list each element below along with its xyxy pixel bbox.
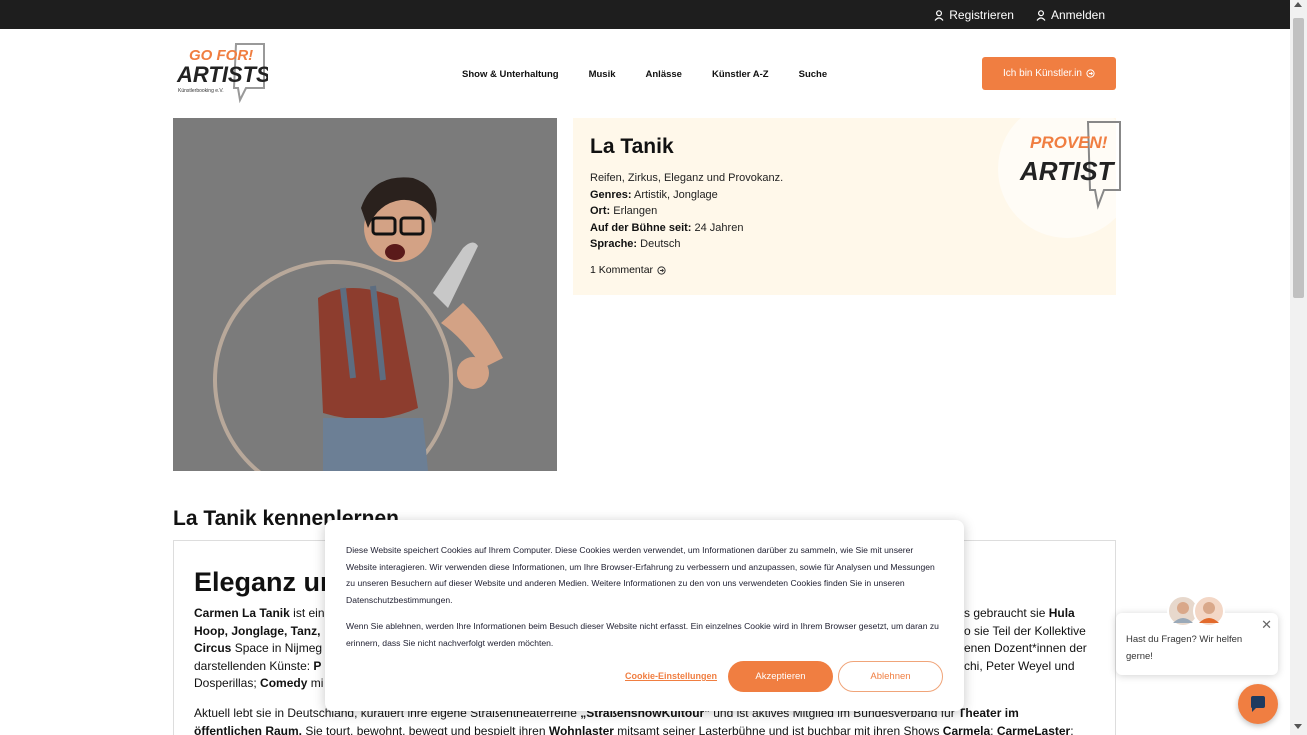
artist-location: Ort: Erlangen xyxy=(590,203,783,220)
p2-bold: öffentlichen Raum. xyxy=(194,723,303,735)
p1-bold: Comedy xyxy=(260,676,308,690)
scroll-down-arrow-icon[interactable] xyxy=(1294,724,1302,729)
artist-genres: Genres: Artistik, Jonglage xyxy=(590,187,783,204)
p1-right-2: o sie Teil der Kollektive xyxy=(964,623,1086,638)
chat-launcher-button[interactable] xyxy=(1238,684,1278,724)
p1-bold: Hoop, Jonglage, Tanz, xyxy=(194,623,321,638)
p1-right-4: chi, Peter Weyel und xyxy=(964,658,1075,673)
cookie-consent-dialog: Diese Website speichert Cookies auf Ihre… xyxy=(325,520,964,711)
p2-text: Sie tourt, bewohnt, bewegt und bespielt … xyxy=(302,723,549,735)
ort-value: Erlangen xyxy=(613,205,658,217)
user-icon xyxy=(1036,9,1046,21)
artist-details: Reifen, Zirkus, Eleganz und Provokanz. G… xyxy=(590,170,783,253)
badge-line2: ARTIST xyxy=(1019,156,1116,186)
scroll-thumb[interactable] xyxy=(1293,18,1304,298)
nav-item-anlaesse[interactable]: Anlässe xyxy=(646,69,682,80)
proven-artist-badge: PROVEN! ARTIST xyxy=(998,100,1136,238)
cookie-text-2: Wenn Sie ablehnen, werden Ihre Informati… xyxy=(346,621,939,648)
arrow-circle-icon xyxy=(657,265,666,275)
register-label: Registrieren xyxy=(949,8,1014,22)
page-scrollbar[interactable] xyxy=(1290,0,1307,735)
artist-stage-since: Auf der Bühne seit: 24 Jahren xyxy=(590,220,783,237)
p1-text: Dosperillas; xyxy=(194,676,261,690)
p2-text: mitsamt seiner Lasterbühne und ist buchb… xyxy=(613,723,943,735)
sprache-value: Deutsch xyxy=(640,238,681,250)
site-logo[interactable]: GO FOR! ARTISTS Künstlerbooking e.V. xyxy=(176,42,268,104)
chat-icon xyxy=(1251,696,1265,712)
p1-bold: Carmen La Tanik xyxy=(194,606,290,620)
user-icon xyxy=(934,9,944,21)
main-nav: Show & Unterhaltung Musik Anlässe Künstl… xyxy=(462,69,827,80)
artist-photo-illustration xyxy=(173,118,557,471)
p2-bold: CarmeLaster xyxy=(996,723,1071,735)
artist-photo xyxy=(173,118,557,471)
p2-text: ; xyxy=(1070,723,1074,735)
ort-label: Ort: xyxy=(590,205,611,217)
p1-text: Space in Nijmeg xyxy=(231,641,323,655)
logo-line3: Künstlerbooking e.V. xyxy=(178,88,224,94)
genres-value: Artistik, Jonglage xyxy=(634,188,718,201)
p1-text: s gebraucht sie xyxy=(964,606,1049,620)
artist-language: Sprache: Deutsch xyxy=(590,236,783,253)
login-link[interactable]: Anmelden xyxy=(1036,8,1105,22)
chat-prompt-text: Hast du Fragen? Wir helfen gerne! xyxy=(1126,634,1243,662)
p2-bold: Carmela xyxy=(942,723,991,735)
badge-line1: PROVEN! xyxy=(1030,133,1108,152)
nav-item-show[interactable]: Show & Unterhaltung xyxy=(462,69,559,80)
accept-cookies-button[interactable]: Akzeptieren xyxy=(728,661,833,692)
decline-cookies-button[interactable]: Ablehnen xyxy=(838,661,943,692)
p2-line-2: öffentlichen Raum. Sie tourt, bewohnt, b… xyxy=(194,723,1099,735)
p1-bold: Hula xyxy=(1048,606,1075,620)
p1-text: ist ein xyxy=(289,606,325,620)
p1-right-fragments: s gebraucht sie Hula o sie Teil der Koll… xyxy=(964,605,1114,675)
description-heading: Eleganz ur xyxy=(194,567,331,597)
cookie-text-1: Diese Website speichert Cookies auf Ihre… xyxy=(346,545,935,606)
artist-signup-button[interactable]: Ich bin Künstler.in xyxy=(982,57,1116,90)
p2-text: ; xyxy=(990,723,997,735)
nav-item-musik[interactable]: Musik xyxy=(589,69,616,80)
p2-bold: Theater im xyxy=(958,706,1019,720)
nav-item-kuenstler[interactable]: Künstler A-Z xyxy=(712,69,769,80)
sprache-label: Sprache: xyxy=(590,238,638,250)
close-icon[interactable]: ✕ xyxy=(1261,617,1272,633)
nav-item-suche[interactable]: Suche xyxy=(799,69,828,80)
artist-name: La Tanik xyxy=(590,135,674,158)
cookie-settings-link[interactable]: Cookie-Einstellungen xyxy=(625,671,717,681)
arrow-circle-icon xyxy=(1086,69,1095,78)
support-avatars xyxy=(1167,595,1225,627)
p1-right-1: s gebraucht sie Hula xyxy=(964,605,1114,623)
genres-label: Genres: xyxy=(590,188,632,201)
since-label: Auf der Bühne seit: xyxy=(590,221,692,234)
scroll-up-arrow-icon[interactable] xyxy=(1294,2,1302,7)
comments-link[interactable]: 1 Kommentar xyxy=(590,264,666,276)
comments-label: 1 Kommentar xyxy=(590,264,654,276)
account-links: Registrieren Anmelden xyxy=(934,8,1105,22)
p2-bold: Wohnlaster xyxy=(548,723,614,735)
top-bar: Registrieren Anmelden xyxy=(0,0,1290,29)
p1-bold: Circus xyxy=(194,641,232,655)
since-value: 24 Jahren xyxy=(694,221,744,234)
p1-right-3: enen Dozent*innen der xyxy=(964,641,1087,655)
proven-artist-logo: PROVEN! ARTIST xyxy=(1019,121,1121,210)
register-link[interactable]: Registrieren xyxy=(934,8,1014,22)
logo-line2: ARTISTS xyxy=(176,62,268,87)
p1-bold: P xyxy=(313,658,322,673)
artist-signup-label: Ich bin Künstler.in xyxy=(1003,68,1082,79)
login-label: Anmelden xyxy=(1050,8,1105,22)
artist-tagline: Reifen, Zirkus, Eleganz und Provokanz. xyxy=(590,172,784,184)
p1-text: mi xyxy=(307,676,324,690)
p1-text: darstellenden Künste: xyxy=(194,658,314,673)
